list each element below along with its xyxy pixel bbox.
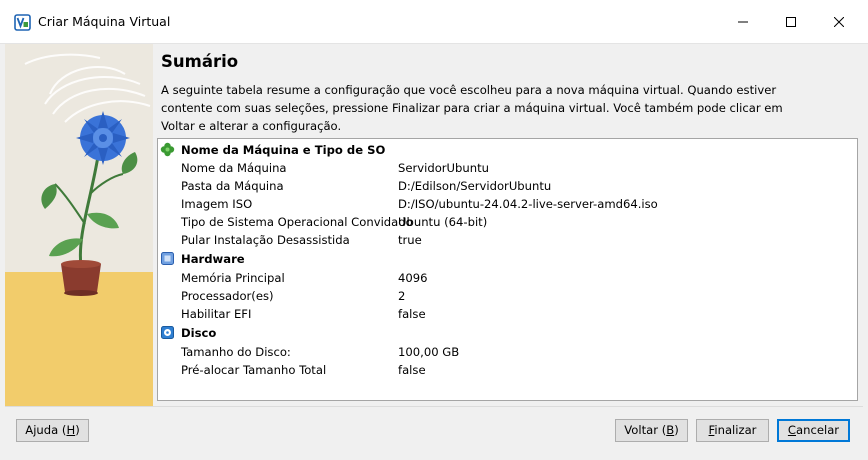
section-title: Nome da Máquina e Tipo de SO <box>181 143 386 157</box>
disk-icon <box>161 326 174 339</box>
row-value: 4096 <box>398 271 428 285</box>
finish-button[interactable]: Finalizar <box>696 419 769 442</box>
summary-row[interactable]: Processador(es) 2 <box>158 287 857 305</box>
summary-row[interactable]: Memória Principal 4096 <box>158 269 857 287</box>
summary-section-name[interactable]: Nome da Máquina e Tipo de SO <box>158 141 857 159</box>
row-value: false <box>398 307 426 321</box>
row-key: Tamanho do Disco: <box>181 345 291 359</box>
page-title: Sumário <box>161 52 239 71</box>
summary-row[interactable]: Habilitar EFI false <box>158 305 857 323</box>
row-key: Memória Principal <box>181 271 285 285</box>
title-bar[interactable]: Criar Máquina Virtual <box>0 0 868 44</box>
row-value: false <box>398 363 426 377</box>
row-key: Imagem ISO <box>181 197 253 211</box>
summary-row[interactable]: Pasta da Máquina D:/Edilson/ServidorUbun… <box>158 177 857 195</box>
row-key: Pré-alocar Tamanho Total <box>181 363 327 377</box>
row-key: Habilitar EFI <box>181 307 252 321</box>
row-value: ServidorUbuntu <box>398 161 489 175</box>
row-key: Pasta da Máquina <box>181 179 284 193</box>
summary-row[interactable]: Pré-alocar Tamanho Total false <box>158 361 857 379</box>
flower-pot-illustration <box>5 44 153 406</box>
page-description: A seguinte tabela resume a configuração … <box>161 83 783 133</box>
row-value: 100,00 GB <box>398 345 460 359</box>
back-button[interactable]: Voltar (B) <box>615 419 688 442</box>
row-key: Processador(es) <box>181 289 274 303</box>
row-value: D:/ISO/ubuntu-24.04.2-live-server-amd64.… <box>398 197 658 211</box>
virtualbox-app-icon <box>14 14 31 31</box>
cancel-button[interactable]: Cancelar <box>777 419 850 442</box>
maximize-icon <box>786 17 796 27</box>
summary-section-hardware[interactable]: Hardware <box>158 250 857 268</box>
maximize-button[interactable] <box>768 0 814 44</box>
row-value: true <box>398 233 422 247</box>
close-icon <box>834 17 844 27</box>
row-key: Nome da Máquina <box>181 161 287 175</box>
row-key: Pular Instalação Desassistida <box>181 233 350 247</box>
minimize-button[interactable] <box>720 0 766 44</box>
close-button[interactable] <box>816 0 862 44</box>
section-title: Disco <box>181 326 217 340</box>
minimize-icon <box>738 21 748 23</box>
window-title: Criar Máquina Virtual <box>38 14 171 29</box>
wizard-content: Sumário A seguinte tabela resume a confi… <box>5 44 863 406</box>
row-value: D:/Edilson/ServidorUbuntu <box>398 179 552 193</box>
summary-row[interactable]: Imagem ISO D:/ISO/ubuntu-24.04.2-live-se… <box>158 195 857 213</box>
summary-tree[interactable]: Nome da Máquina e Tipo de SO Nome da Máq… <box>157 138 858 401</box>
summary-row[interactable]: Pular Instalação Desassistida true <box>158 231 857 249</box>
row-key: Tipo de Sistema Operacional Convidado <box>181 215 413 229</box>
summary-row[interactable]: Nome da Máquina ServidorUbuntu <box>158 159 857 177</box>
section-title: Hardware <box>181 252 245 266</box>
footer-separator <box>5 406 863 407</box>
chip-icon <box>161 252 174 265</box>
help-button[interactable]: Ajuda (H) <box>16 419 89 442</box>
summary-row[interactable]: Tipo de Sistema Operacional Convidado Ub… <box>158 213 857 231</box>
row-value: 2 <box>398 289 406 303</box>
summary-row[interactable]: Tamanho do Disco: 100,00 GB <box>158 343 857 361</box>
clover-icon <box>160 142 175 157</box>
row-value: Ubuntu (64-bit) <box>398 215 488 229</box>
summary-section-disk[interactable]: Disco <box>158 324 857 342</box>
wizard-side-illustration <box>5 44 153 406</box>
